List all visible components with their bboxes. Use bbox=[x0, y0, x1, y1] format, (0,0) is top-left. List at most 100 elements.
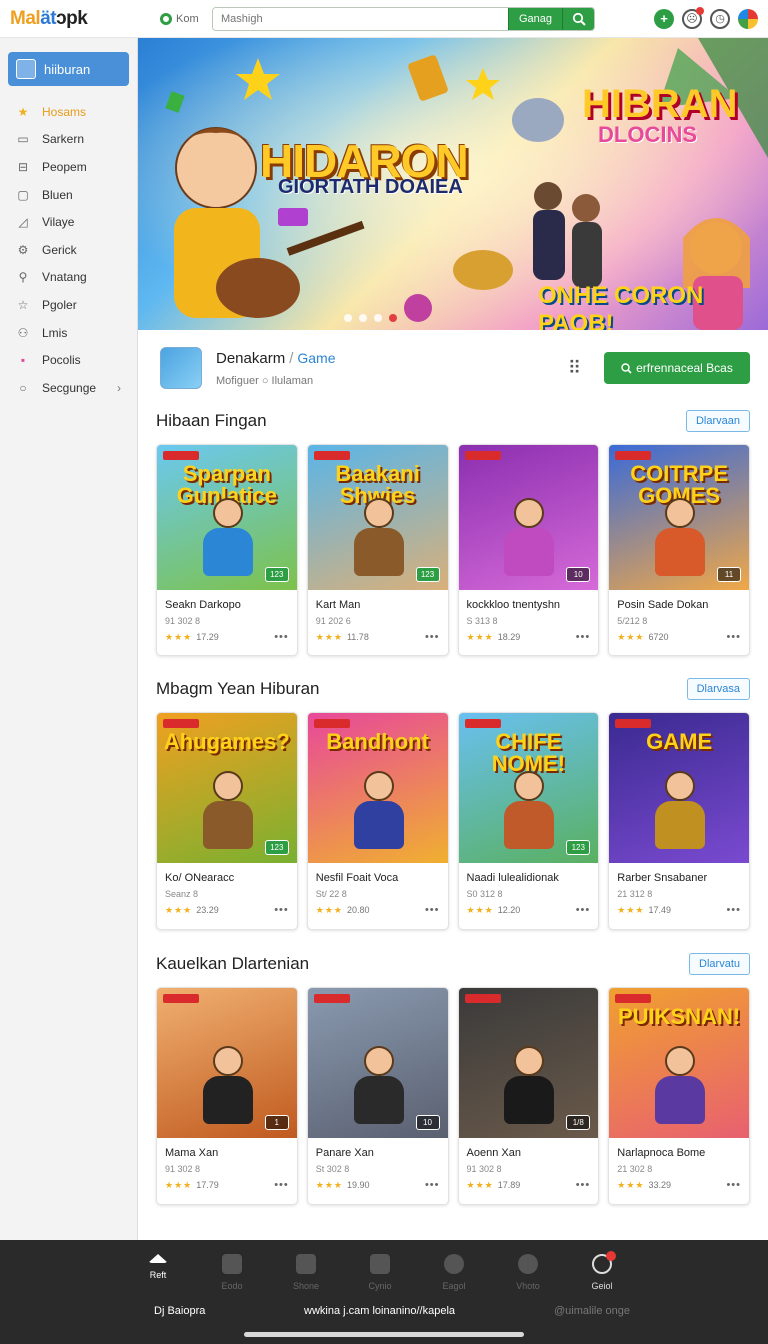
more-icon[interactable]: ••• bbox=[726, 904, 741, 916]
sidebar-item[interactable]: ⚇ Lmis bbox=[0, 319, 137, 347]
sidebar-item[interactable]: ⊟ Peopem bbox=[0, 153, 137, 181]
game-card[interactable]: Ahugames? 123 Ko/ ONearacc Seanz 8 ★★★ 23.29 •… bbox=[156, 712, 298, 930]
game-card[interactable]: COITRPE GOMES 11 Posin Sade Dokan 5/212 8 ★★… bbox=[608, 444, 750, 656]
game-card[interactable]: 10 kockkloo tnentyshn S 313 8 ★★★ 18.29 ••• bbox=[457, 444, 600, 656]
more-icon[interactable]: ••• bbox=[274, 1179, 289, 1191]
rating-stars-icon: ★★★ bbox=[165, 904, 193, 915]
game-meta: 21 302 8 bbox=[617, 1164, 653, 1174]
app-category-link[interactable]: Game bbox=[297, 350, 335, 366]
apps-icon[interactable] bbox=[738, 8, 758, 29]
sidebar-item[interactable]: ○ Secgunge › bbox=[0, 374, 137, 402]
rating-stars-icon: ★★★ bbox=[617, 631, 645, 642]
section-view-all-button[interactable]: Dlarvatu bbox=[689, 953, 750, 975]
hot-tag bbox=[313, 994, 350, 1003]
clock-icon[interactable]: ◷ bbox=[710, 8, 730, 29]
notification-badge bbox=[606, 1251, 616, 1261]
character-head bbox=[665, 771, 696, 801]
footer-url[interactable]: wwkina j.cam loinanino//kapela bbox=[304, 1305, 554, 1317]
hero-banner[interactable]: HIDARON GIORTATH DOAIEA HIBRAN DLOCINS O… bbox=[138, 38, 768, 330]
more-icon[interactable]: ••• bbox=[425, 904, 440, 916]
section-view-all-button[interactable]: Dlarvaan bbox=[685, 410, 750, 432]
sidebar-active-label: hiiburan bbox=[44, 61, 91, 77]
game-name: Nesfil Foait Voca bbox=[315, 872, 399, 884]
chevron-circle-icon bbox=[444, 1254, 464, 1274]
online-icon bbox=[160, 12, 172, 25]
bottom-nav-item[interactable]: Eodo bbox=[212, 1254, 252, 1291]
target-icon bbox=[518, 1254, 538, 1274]
rating-stars-icon: ★★★ bbox=[466, 631, 494, 642]
more-icon[interactable]: ••• bbox=[726, 631, 741, 643]
people-notification-icon bbox=[592, 1251, 616, 1274]
game-card[interactable]: Baakani Shwies 123 Kart Man 91 202 6 ★★★ 11.7… bbox=[306, 444, 449, 656]
sidebar-active-item[interactable]: hiiburan bbox=[8, 52, 129, 86]
character-body bbox=[353, 1076, 404, 1124]
game-card[interactable]: Sparpan Gunlatice 123 Seakn Darkopo 91 302 … bbox=[156, 444, 298, 656]
game-card[interactable]: 1/8 Aoenn Xan 91 302 8 ★★★ 17.89 ••• bbox=[457, 987, 600, 1205]
game-card[interactable]: PUIKSNAN! Narlapnoca Bome 21 302 8 ★★★ 33.29… bbox=[608, 987, 750, 1205]
site-logo[interactable]: Malätɔpk bbox=[10, 8, 160, 30]
game-name: kockkloo tnentyshn bbox=[466, 599, 561, 611]
sidebar: hiiburan ★ Hosams ▭ Sarkern ⊟ Peopem ▢ Bluen ◿ Vi… bbox=[0, 38, 138, 1240]
game-card[interactable]: GAME Rarber Snsabaner 21 312 8 ★★★ 17.49 ••• bbox=[608, 712, 750, 930]
more-icon[interactable]: ••• bbox=[274, 904, 289, 916]
sidebar-item[interactable]: ☆ Pgoler bbox=[0, 291, 137, 319]
home-indicator[interactable] bbox=[244, 1332, 524, 1337]
character-figure bbox=[195, 771, 259, 849]
rating-stars-icon: ★★★ bbox=[466, 904, 494, 915]
more-icon[interactable]: ••• bbox=[576, 904, 591, 916]
sidebar-item[interactable]: ▪ Pocolis bbox=[0, 346, 137, 374]
game-name: Narlapnoca Bome bbox=[617, 1147, 706, 1159]
character-figure bbox=[346, 1046, 410, 1124]
game-card[interactable]: Bandhont Nesfil Foait Voca St/ 22 8 ★★★ 20.8… bbox=[306, 712, 449, 930]
carousel-dot[interactable] bbox=[374, 314, 382, 322]
sidebar-item[interactable]: ★ Hosams bbox=[0, 98, 137, 126]
search-input[interactable] bbox=[213, 7, 508, 30]
sidebar-item-label: Vilaye bbox=[42, 215, 75, 230]
notification-face-icon[interactable]: ☹ bbox=[682, 6, 704, 29]
more-icon[interactable]: ••• bbox=[425, 1179, 440, 1191]
more-icon[interactable]: ••• bbox=[576, 1179, 591, 1191]
bottom-nav-item[interactable]: Reft bbox=[138, 1254, 178, 1291]
sidebar-item[interactable]: ◿ Vilaye bbox=[0, 208, 137, 236]
bottom-nav-item[interactable]: Vhoto bbox=[508, 1254, 548, 1291]
card-row: Ahugames? 123 Ko/ ONearacc Seanz 8 ★★★ 23.29 •… bbox=[156, 712, 750, 930]
bottom-nav-item[interactable]: Geiol bbox=[582, 1251, 622, 1291]
rating-value: 18.29 bbox=[497, 632, 521, 642]
top-bar: Malätɔpk Kom Ganag + ☹ ◷ bbox=[0, 0, 768, 38]
more-icon[interactable]: ••• bbox=[274, 631, 289, 643]
app-text: Denakarm / Game Mofiguer ○ Ilulaman bbox=[216, 350, 336, 387]
sidebar-item-label: Lmis bbox=[42, 325, 68, 340]
notification-badge bbox=[696, 6, 704, 15]
sidebar-item[interactable]: ⚲ Vnatang bbox=[0, 264, 137, 292]
more-icon[interactable]: ••• bbox=[726, 1179, 741, 1191]
more-icon[interactable]: ••• bbox=[425, 631, 440, 643]
add-icon[interactable]: + bbox=[654, 8, 674, 29]
more-icon[interactable]: ••• bbox=[576, 631, 591, 643]
download-button[interactable]: erfrennaceal Bcas bbox=[604, 352, 750, 384]
game-card[interactable]: CHIFE NOME! 123 Naadi lulealidionak S0 312 … bbox=[457, 712, 600, 930]
carousel-dot[interactable] bbox=[344, 314, 352, 322]
bottom-nav-item[interactable]: Cynio bbox=[360, 1254, 400, 1291]
app-info-row: Denakarm / Game Mofiguer ○ Ilulaman ⠿ erfr… bbox=[160, 346, 750, 390]
search-icon-button[interactable] bbox=[562, 7, 594, 30]
more-options-icon[interactable]: ⠿ bbox=[568, 358, 582, 379]
home-icon bbox=[148, 1254, 168, 1263]
game-card[interactable]: 1 Mama Xan 91 302 8 ★★★ 17.79 ••• bbox=[156, 987, 298, 1205]
bottom-nav-item[interactable]: Shone bbox=[286, 1254, 326, 1291]
character-body bbox=[353, 801, 404, 849]
sidebar-item[interactable]: ▢ Bluen bbox=[0, 181, 137, 209]
sidebar-item[interactable]: ▭ Sarkern bbox=[0, 126, 137, 154]
sidebar-item[interactable]: ⚙ Gerick bbox=[0, 236, 137, 264]
game-card[interactable]: 10 Panare Xan St 302 8 ★★★ 19.90 ••• bbox=[306, 987, 449, 1205]
carousel-dot[interactable] bbox=[359, 314, 367, 322]
count-badge: 123 bbox=[566, 840, 591, 855]
character-head bbox=[212, 498, 243, 528]
search-submit-button[interactable]: Ganag bbox=[507, 7, 562, 30]
chevron-right-icon: › bbox=[117, 380, 121, 395]
bottom-nav-label: Eagol bbox=[442, 1281, 466, 1291]
character-figure bbox=[496, 498, 560, 576]
bottom-nav-item[interactable]: Eagol bbox=[434, 1254, 474, 1291]
rating-stars-icon: ★★★ bbox=[165, 1179, 193, 1190]
section-view-all-button[interactable]: Dlarvasa bbox=[686, 678, 750, 700]
carousel-dot[interactable] bbox=[389, 314, 397, 322]
